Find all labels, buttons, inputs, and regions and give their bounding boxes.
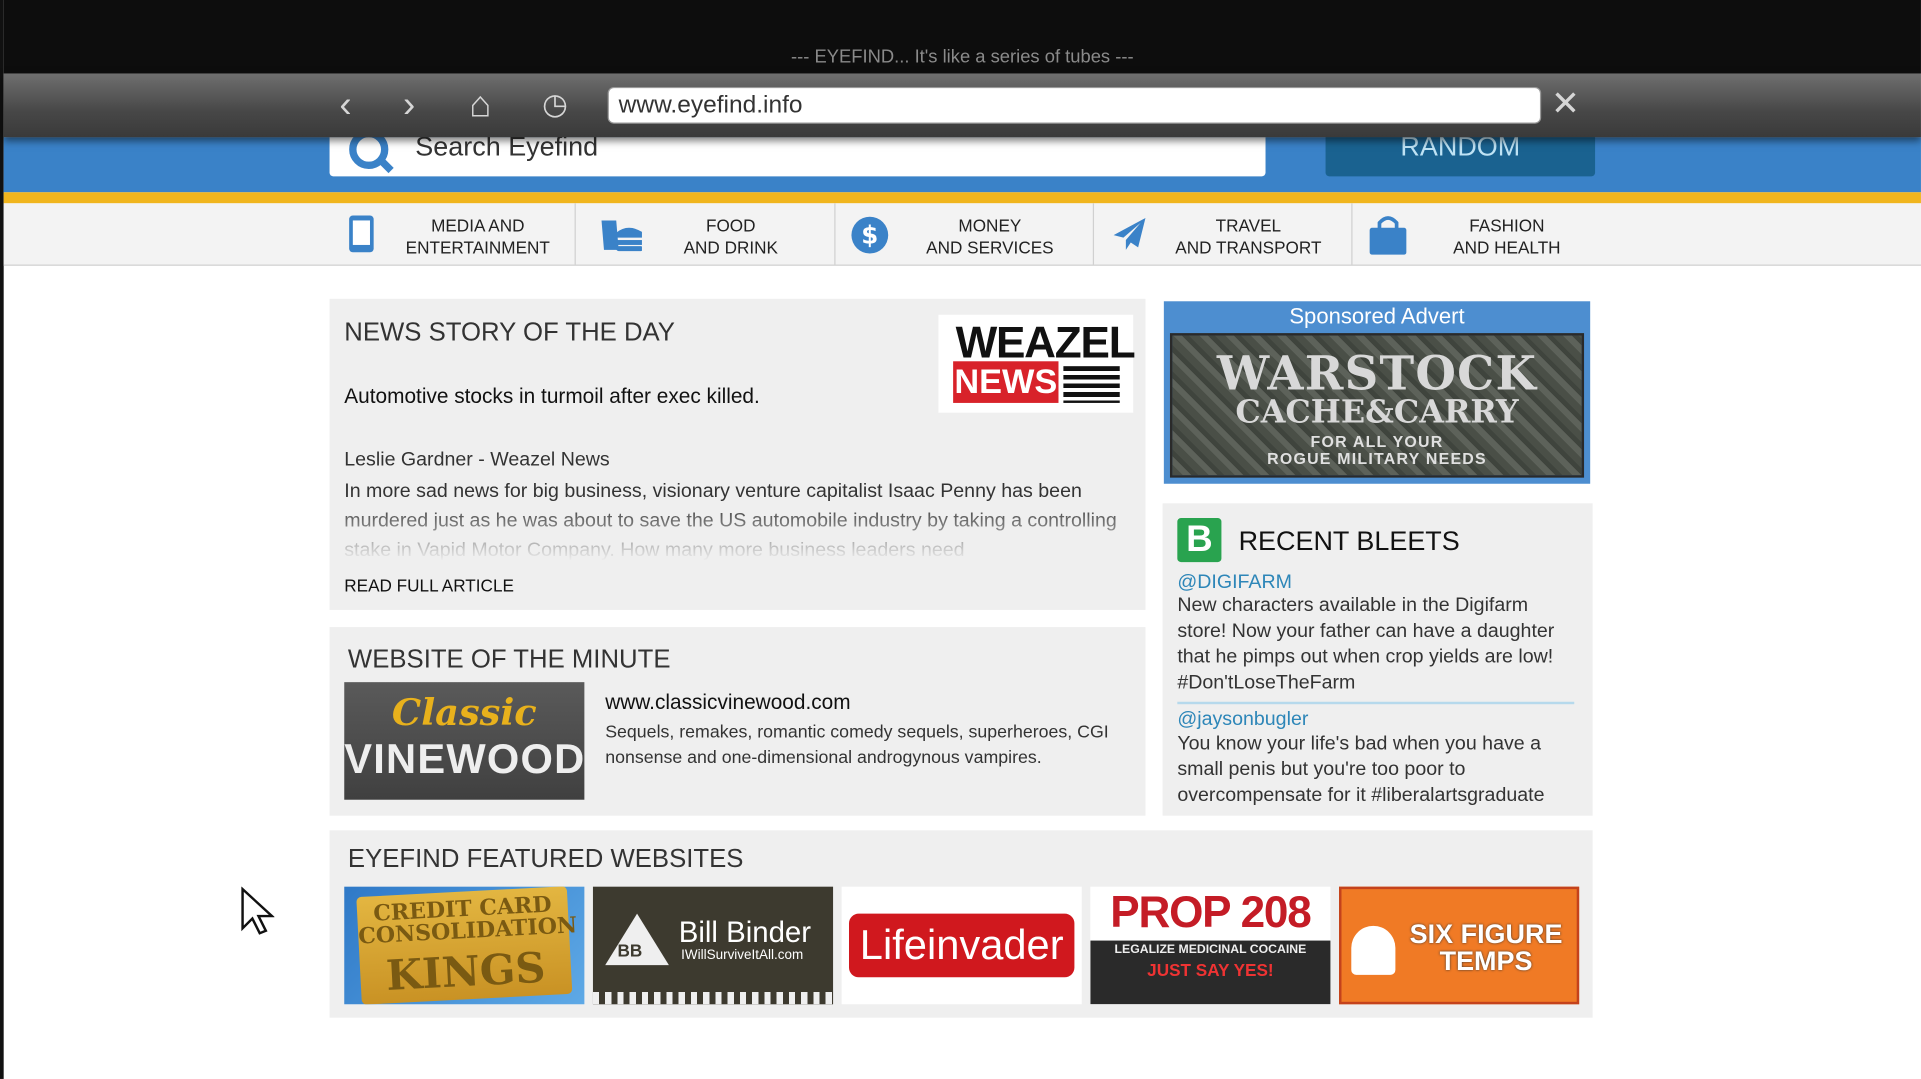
logo-text: NEWS (953, 361, 1059, 403)
website-of-minute-panel: WEBSITE OF THE MINUTE Classic VINEWOOD w… (329, 627, 1146, 816)
history-icon[interactable]: ◷ (528, 85, 582, 127)
search-input[interactable]: Search Eyefind (329, 129, 1266, 177)
category-fashion[interactable]: FASHION AND HEALTH (1353, 203, 1610, 264)
home-icon[interactable]: ⌂ (459, 85, 501, 127)
news-excerpt-wrap: In more sad news for big business, visio… (344, 478, 1135, 561)
tile-text: CREDIT CARD CONSOLIDATION (357, 891, 578, 950)
category-label: MONEY AND SERVICES (926, 215, 1054, 258)
tile-text: PROP 208 (1110, 886, 1311, 937)
bb-mark: BB (617, 940, 643, 961)
bleeter-icon: B (1177, 518, 1222, 563)
card-graphic: CREDIT CARD CONSOLIDATION KINGS (356, 886, 578, 1005)
category-nav: MEDIA AND ENTERTAINMENT FOOD AND DRINK $ M… (3, 203, 1921, 266)
title-bar: --- EYEFIND... It's like a series of tub… (3, 0, 1921, 74)
website-description: Sequels, remakes, romantic comedy sequel… (605, 722, 1109, 768)
category-label: FOOD AND DRINK (683, 215, 778, 258)
browser-toolbar: ‹ › ⌂ ◷ www.eyefind.info ✕ (3, 73, 1921, 138)
bleets-heading: RECENT BLEETS (1238, 525, 1460, 557)
weazel-news-logo[interactable]: WEAZEL NEWS (938, 314, 1136, 413)
website-url-link[interactable]: www.classicvinewood.com (605, 688, 850, 717)
bill-binder-tile[interactable]: BB Bill Binder IWillSurviveItAll.com (592, 886, 834, 1005)
news-byline: Leslie Gardner - Weazel News (344, 449, 610, 471)
dollar-icon: $ (851, 216, 889, 254)
people-icon (1351, 925, 1396, 975)
news-excerpt: In more sad news for big business, visio… (344, 481, 1117, 561)
tile-text: LEGALIZE MEDICINAL COCAINE (1114, 943, 1307, 957)
prop-208-tile[interactable]: PROP 208 LEGALIZE MEDICINAL COCAINE JUST… (1090, 886, 1331, 1005)
bleet-text: New characters available in the Digifarm… (1177, 595, 1555, 694)
advert-line: CACHE&CARRY (1235, 394, 1519, 432)
svg-text:$: $ (861, 221, 878, 250)
six-figure-temps-tile[interactable]: SIX FIGURE TEMPS (1339, 886, 1580, 1005)
category-money[interactable]: $ MONEY AND SERVICES (836, 203, 1095, 265)
plane-icon (1113, 217, 1146, 250)
browser-window: --- EYEFIND... It's like a series of tub… (0, 0, 1921, 1079)
window-title: --- EYEFIND... It's like a series of tub… (791, 46, 1134, 68)
tile-text: JUST SAY YES! (1147, 960, 1274, 980)
category-food[interactable]: FOOD AND DRINK (576, 203, 836, 265)
bleet-handle[interactable]: @jaysonbugler (1177, 709, 1308, 731)
logo-text: Classic (391, 691, 537, 735)
back-icon[interactable]: ‹ (325, 85, 367, 127)
featured-heading: EYEFIND FEATURED WEBSITES (347, 845, 744, 874)
tile-text: KINGS (384, 943, 547, 1002)
tablet-icon (349, 215, 374, 253)
forward-icon[interactable]: › (388, 85, 430, 127)
tile-text: IWillSurviveItAll.com (681, 947, 804, 963)
lifeinvader-tile[interactable]: Lifeinvader (841, 886, 1082, 1005)
website-heading: WEBSITE OF THE MINUTE (347, 645, 671, 674)
logo-lines (1063, 366, 1120, 403)
tile-text: Lifeinvader (848, 913, 1075, 978)
close-icon[interactable]: ✕ (1551, 83, 1580, 123)
mouse-cursor-icon (241, 886, 275, 935)
zigzag-border (592, 992, 834, 1005)
bleet-handle[interactable]: @DIGIFARM (1177, 572, 1292, 594)
bleet-text: You know your life's bad when you have a… (1177, 733, 1545, 806)
classic-vinewood-logo[interactable]: Classic VINEWOOD (344, 682, 586, 800)
news-headline[interactable]: Automotive stocks in turmoil after exec … (344, 382, 760, 411)
category-travel[interactable]: TRAVEL AND TRANSPORT (1094, 203, 1353, 265)
sponsored-advert[interactable]: Sponsored Advert WARSTOCK CACHE&CARRY FO… (1163, 301, 1591, 484)
featured-websites-panel: EYEFIND FEATURED WEBSITES CREDIT CARD CON… (329, 830, 1593, 1018)
tile-text: Bill Binder (678, 916, 812, 950)
bag-icon (1369, 216, 1407, 255)
credit-card-kings-tile[interactable]: CREDIT CARD CONSOLIDATION KINGS (344, 886, 585, 1005)
advert-heading: Sponsored Advert (1289, 303, 1465, 329)
read-full-article-link[interactable]: READ FULL ARTICLE (344, 571, 514, 600)
header-stripe (3, 192, 1921, 204)
category-media[interactable]: MEDIA AND ENTERTAINMENT (330, 203, 576, 265)
url-text: www.eyefind.info (618, 91, 803, 119)
url-bar[interactable]: www.eyefind.info (607, 86, 1542, 124)
bleet-divider (1177, 701, 1575, 705)
random-button[interactable]: RANDOM (1325, 133, 1596, 177)
category-label: TRAVEL AND TRANSPORT (1175, 215, 1322, 258)
category-label: MEDIA AND ENTERTAINMENT (405, 215, 550, 258)
bleets-panel: B RECENT BLEETS @DIGIFARM New characters… (1162, 503, 1593, 816)
logo-text: VINEWOOD (344, 736, 586, 783)
advert-line: WARSTOCK (1216, 345, 1538, 401)
warstock-banner: WARSTOCK CACHE&CARRY FOR ALL YOUR ROGUE M… (1169, 333, 1585, 478)
prop-banner: LEGALIZE MEDICINAL COCAINE JUST SAY YES! (1090, 940, 1331, 1005)
advert-tagline: FOR ALL YOUR ROGUE MILITARY NEEDS (1267, 432, 1487, 468)
category-label: FASHION AND HEALTH (1453, 215, 1561, 258)
news-panel: NEWS STORY OF THE DAY Automotive stocks … (329, 298, 1146, 610)
tile-text: SIX FIGURE TEMPS (1409, 918, 1563, 977)
news-heading: NEWS STORY OF THE DAY (344, 318, 675, 347)
